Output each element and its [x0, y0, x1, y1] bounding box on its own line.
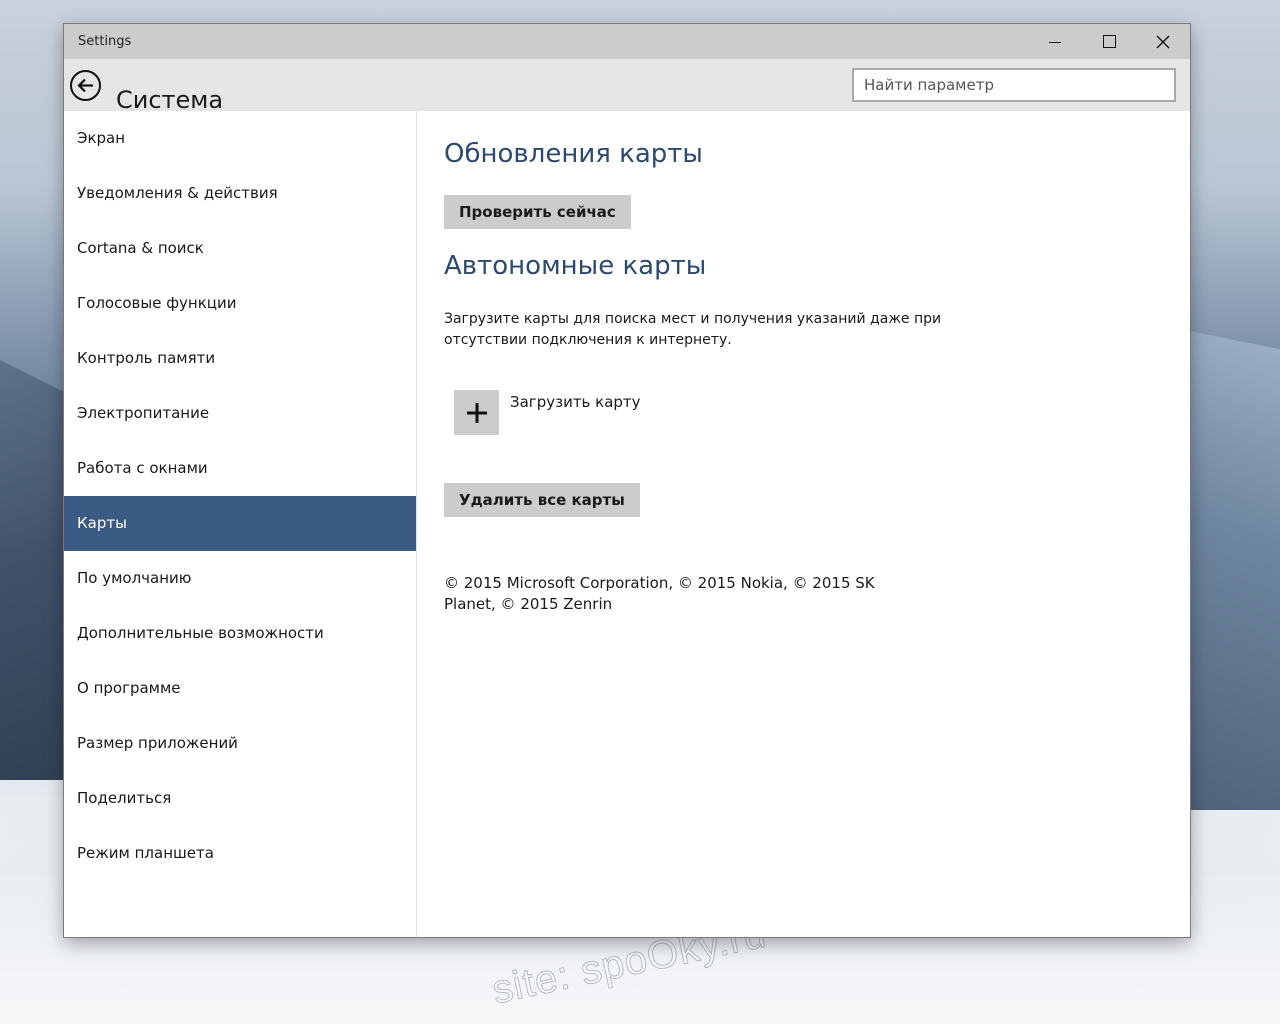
sidebar-item-apps-size[interactable]: Размер приложений [64, 716, 416, 771]
page-title: Система [116, 86, 224, 115]
sidebar-item-tablet-mode[interactable]: Режим планшета [64, 826, 416, 881]
sidebar-item-share[interactable]: Поделиться [64, 771, 416, 826]
sidebar-nav: Экран Уведомления & действия Cortana & п… [64, 111, 417, 937]
offline-maps-description: Загрузите карты для поиска мест и получе… [444, 311, 942, 348]
search-input[interactable] [852, 68, 1176, 102]
sidebar-item-multitasking[interactable]: Работа с окнами [64, 441, 416, 496]
sidebar-item-maps[interactable]: Карты [64, 496, 416, 551]
desktop-background: site: spoOky.ru Settings Система Найти п… [0, 0, 1280, 1024]
settings-window: Settings Система Найти параметр Экран Ув… [64, 24, 1190, 937]
sidebar-item-power[interactable]: Электропитание [64, 386, 416, 441]
page-header: Система [64, 59, 1190, 115]
sidebar-item-notifications[interactable]: Уведомления & действия [64, 166, 416, 221]
copyright-text: © 2015 Microsoft Corporation, © 2015 Nok… [444, 574, 875, 613]
window-app-name: Settings [78, 34, 132, 49]
check-now-button[interactable]: Проверить сейчас [444, 195, 631, 229]
download-map-label[interactable]: Загрузить карту [510, 393, 641, 411]
sidebar-item-cortana-search[interactable]: Cortana & поиск [64, 221, 416, 276]
section-title-map-updates: Обновления карты [444, 139, 703, 169]
sidebar-item-about[interactable]: О программе [64, 661, 416, 716]
main-content: Обновления карты Проверить сейчас Автоно… [444, 111, 1190, 937]
maximize-icon [1102, 35, 1116, 48]
close-button[interactable] [1136, 24, 1190, 59]
maximize-button[interactable] [1082, 24, 1136, 59]
back-arrow-icon [77, 78, 93, 93]
delete-all-maps-button[interactable]: Удалить все карты [444, 483, 640, 517]
close-icon [1156, 35, 1170, 48]
sidebar-item-speech[interactable]: Голосовые функции [64, 276, 416, 331]
sidebar-item-default-apps[interactable]: По умолчанию [64, 551, 416, 606]
section-title-offline-maps: Автономные карты [444, 251, 707, 281]
back-button[interactable] [70, 70, 101, 101]
sidebar-item-display[interactable]: Экран [64, 111, 416, 166]
download-map-tile[interactable] [454, 390, 499, 435]
sidebar-item-optional-features[interactable]: Дополнительные возможности [64, 606, 416, 661]
minimize-button[interactable] [1028, 24, 1082, 59]
plus-icon [466, 402, 487, 423]
sidebar-item-storage[interactable]: Контроль памяти [64, 331, 416, 386]
title-bar[interactable]: Settings [64, 24, 1190, 59]
minimize-icon [1049, 42, 1061, 43]
